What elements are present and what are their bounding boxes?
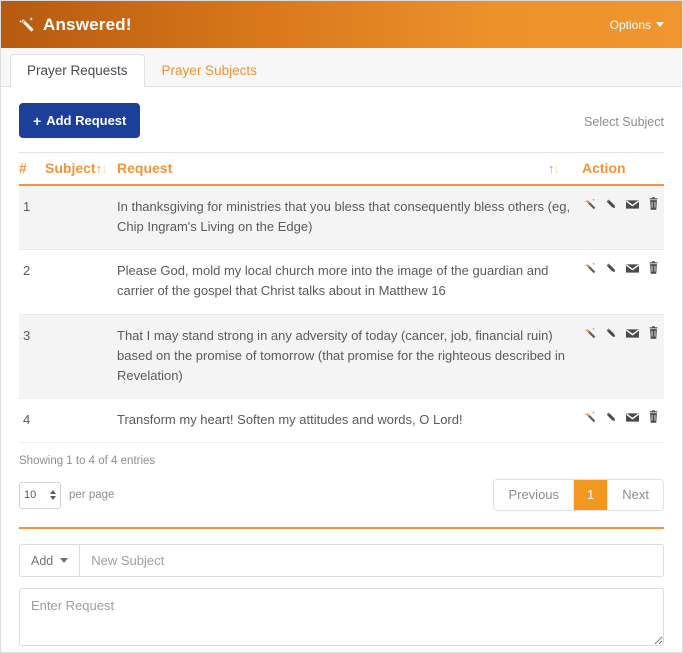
pagination-next-button[interactable]: Next: [608, 480, 663, 510]
sort-arrows-request: ↑↓: [548, 161, 559, 176]
cell-request: In thanksgiving for ministries that you …: [117, 185, 582, 250]
answered-wand-icon[interactable]: [583, 326, 597, 340]
add-request-label: Add Request: [46, 113, 126, 128]
delete-trash-icon[interactable]: [647, 261, 660, 275]
cell-subject: [45, 314, 117, 398]
cell-subject: [45, 398, 117, 442]
tab-label: Prayer Requests: [27, 63, 128, 78]
cell-request: That I may stand strong in any adversity…: [117, 314, 582, 398]
sort-descending-icon: ↓: [101, 161, 107, 176]
delete-trash-icon[interactable]: [647, 197, 660, 211]
delete-trash-icon[interactable]: [647, 410, 660, 424]
per-page-value: 10: [24, 489, 50, 501]
pagination-controls: Previous 1 Next: [493, 479, 664, 511]
select-subject-link[interactable]: Select Subject: [584, 115, 664, 129]
options-dropdown[interactable]: Options: [610, 18, 664, 32]
cell-number: 4: [19, 398, 45, 442]
brand-title: Answered!: [43, 15, 132, 35]
answered-wand-icon[interactable]: [583, 197, 597, 211]
column-header-request[interactable]: Request: [117, 153, 548, 186]
tab-prayer-subjects[interactable]: Prayer Subjects: [145, 54, 274, 88]
cell-number: 2: [19, 250, 45, 314]
column-header-subject[interactable]: Subject↑↓: [45, 153, 117, 186]
stepper-arrows-icon[interactable]: [50, 490, 56, 500]
cell-number: 1: [19, 185, 45, 250]
table-row[interactable]: 2 Please God, mold my local church more …: [19, 250, 664, 314]
cell-number: 3: [19, 314, 45, 398]
sort-toggle-request[interactable]: ↑↓: [548, 153, 582, 186]
cell-actions: [582, 398, 664, 442]
main-content: + Add Request Select Subject # Subject↑↓…: [1, 87, 682, 652]
cell-subject: [45, 185, 117, 250]
add-request-form: Add Add: [19, 544, 664, 652]
add-request-button[interactable]: + Add Request: [19, 103, 140, 138]
options-label: Options: [610, 18, 651, 32]
cell-request: Transform my heart! Soften my attitudes …: [117, 398, 582, 442]
email-envelope-icon[interactable]: [625, 326, 640, 340]
email-envelope-icon[interactable]: [625, 410, 640, 424]
cell-subject: [45, 250, 117, 314]
edit-pencil-icon[interactable]: [604, 197, 618, 211]
chevron-down-icon: [60, 558, 68, 563]
edit-pencil-icon[interactable]: [604, 410, 618, 424]
tab-bar: Prayer Requests Prayer Subjects: [1, 48, 682, 87]
stepper-up-icon[interactable]: [50, 490, 56, 494]
pagination-previous-button[interactable]: Previous: [494, 480, 574, 510]
table-toolbar: + Add Request Select Subject: [19, 103, 664, 138]
per-page-control: 10 per page: [19, 482, 114, 509]
column-header-action: Action: [582, 153, 664, 186]
plus-icon: +: [33, 114, 41, 128]
chevron-down-icon: [656, 22, 664, 27]
tab-label: Prayer Subjects: [162, 63, 257, 78]
cell-actions: [582, 314, 664, 398]
add-dropdown-label: Add: [31, 554, 53, 568]
answered-wand-icon[interactable]: [583, 410, 597, 424]
pagination-page-1-button[interactable]: 1: [574, 480, 608, 510]
section-divider: [19, 527, 664, 529]
edit-pencil-icon[interactable]: [604, 261, 618, 275]
subject-input-group: Add: [19, 544, 664, 577]
stepper-down-icon[interactable]: [50, 496, 56, 500]
table-body: 1 In thanksgiving for ministries that yo…: [19, 185, 664, 443]
table-row[interactable]: 3 That I may stand strong in any adversi…: [19, 314, 664, 398]
brand-logo[interactable]: Answered!: [17, 15, 132, 35]
cell-actions: [582, 185, 664, 250]
entries-info: Showing 1 to 4 of 4 entries: [19, 455, 664, 467]
sort-toggle-subject[interactable]: ↑↓: [96, 161, 107, 176]
per-page-stepper[interactable]: 10: [19, 482, 61, 509]
cell-actions: [582, 250, 664, 314]
per-page-label: per page: [69, 489, 114, 501]
app-window: Answered! Options Prayer Requests Prayer…: [0, 0, 683, 653]
cell-request: Please God, mold my local church more in…: [117, 250, 582, 314]
delete-trash-icon[interactable]: [647, 326, 660, 340]
new-subject-input[interactable]: [80, 544, 664, 577]
table-row[interactable]: 4 Transform my heart! Soften my attitude…: [19, 398, 664, 442]
column-header-subject-label: Subject: [45, 160, 96, 176]
app-header: Answered! Options: [1, 1, 682, 48]
add-subject-dropdown-button[interactable]: Add: [19, 544, 80, 577]
table-head: # Subject↑↓ Request ↑↓ Action: [19, 153, 664, 186]
email-envelope-icon[interactable]: [625, 261, 640, 275]
column-header-number[interactable]: #: [19, 153, 45, 186]
email-envelope-icon[interactable]: [625, 197, 640, 211]
answered-wand-icon[interactable]: [583, 261, 597, 275]
tab-prayer-requests[interactable]: Prayer Requests: [10, 54, 145, 88]
prayer-requests-table: # Subject↑↓ Request ↑↓ Action 1 In thank…: [19, 152, 664, 443]
pagination-area: Showing 1 to 4 of 4 entries 10 per page …: [19, 443, 664, 511]
table-row[interactable]: 1 In thanksgiving for ministries that yo…: [19, 185, 664, 250]
edit-pencil-icon[interactable]: [604, 326, 618, 340]
enter-request-textarea[interactable]: [19, 588, 664, 646]
table-header-row: # Subject↑↓ Request ↑↓ Action: [19, 153, 664, 186]
sort-descending-icon: ↓: [554, 161, 560, 176]
magic-wand-icon: [17, 15, 36, 34]
